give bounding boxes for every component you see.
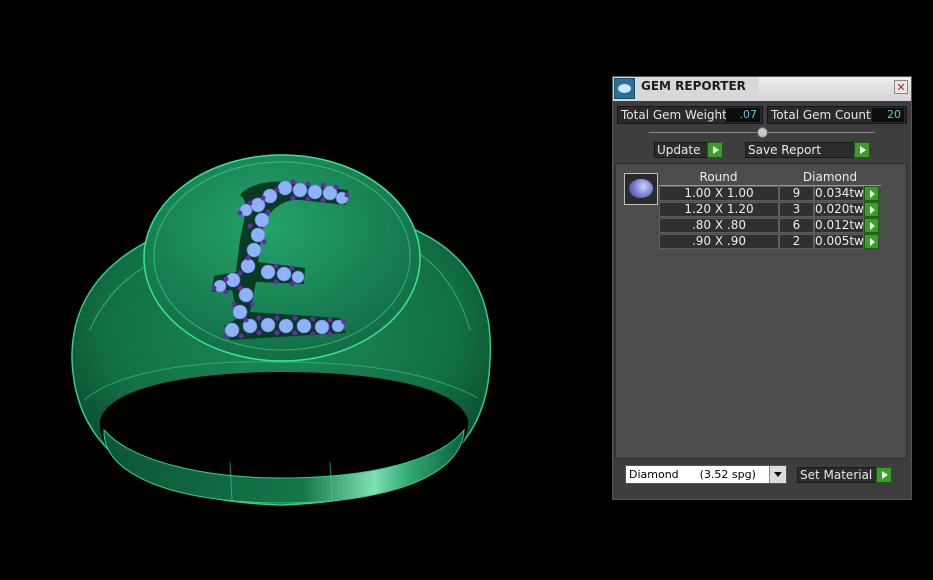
ring-model bbox=[71, 154, 492, 506]
save-report-button[interactable]: Save Report bbox=[745, 142, 870, 158]
play-arrow-icon[interactable] bbox=[864, 202, 879, 217]
play-arrow-icon[interactable] bbox=[864, 218, 879, 233]
gem-size-cell: .90 X .90 bbox=[659, 234, 779, 249]
panel-title: GEM REPORTER bbox=[641, 79, 746, 93]
gem-count-cell: 6 bbox=[779, 218, 814, 233]
panel-titlebar[interactable]: GEM REPORTER ✕ bbox=[613, 77, 911, 101]
gem-size-cell: .80 X .80 bbox=[659, 218, 779, 233]
play-arrow-icon bbox=[707, 142, 723, 158]
gem-count-cell: 9 bbox=[779, 186, 814, 201]
gem-size-cell: 1.20 X 1.20 bbox=[659, 202, 779, 217]
gem-weight-cell: 0.012tw bbox=[814, 218, 864, 233]
3d-viewport[interactable] bbox=[0, 0, 600, 576]
gem-reporter-panel: GEM REPORTER ✕ Total Gem Weight .07 Tota… bbox=[612, 76, 912, 500]
play-arrow-icon[interactable] bbox=[864, 234, 879, 249]
total-gem-count-label: Total Gem Count bbox=[771, 108, 871, 122]
titlebar-background bbox=[759, 77, 911, 101]
total-gem-count-value: 20 bbox=[872, 108, 904, 122]
gem-weight-cell: 0.034tw bbox=[814, 186, 864, 201]
shape-column-header: Round bbox=[659, 170, 778, 186]
gem-size-cell: 1.00 X 1.00 bbox=[659, 186, 779, 201]
set-material-button-label: Set Material bbox=[800, 468, 873, 482]
update-button[interactable]: Update bbox=[654, 142, 723, 158]
material-select-value: Diamond (3.52 spg) bbox=[629, 468, 756, 481]
total-gem-weight-value: .07 bbox=[726, 108, 760, 122]
gem-weight-cell: 0.020tw bbox=[814, 202, 864, 217]
divider-slider-handle[interactable] bbox=[757, 127, 768, 138]
total-gem-count: Total Gem Count 20 bbox=[767, 106, 907, 124]
gem-weight-cell: 0.005tw bbox=[814, 234, 864, 249]
gem-count-cell: 2 bbox=[779, 234, 814, 249]
total-gem-weight: Total Gem Weight .07 bbox=[617, 106, 763, 124]
round-diamond-icon[interactable] bbox=[624, 173, 658, 205]
play-arrow-icon bbox=[854, 142, 870, 158]
material-column-header: Diamond bbox=[779, 170, 881, 186]
play-arrow-icon bbox=[876, 467, 892, 483]
total-gem-weight-label: Total Gem Weight bbox=[621, 108, 727, 122]
save-report-button-label: Save Report bbox=[748, 143, 822, 157]
material-select[interactable]: Diamond (3.52 spg) bbox=[625, 465, 787, 484]
close-icon[interactable]: ✕ bbox=[894, 80, 908, 94]
play-arrow-icon[interactable] bbox=[864, 186, 879, 201]
chevron-down-icon[interactable] bbox=[769, 466, 786, 483]
gem-reporter-icon bbox=[614, 78, 635, 99]
update-button-label: Update bbox=[657, 143, 701, 157]
gem-count-cell: 3 bbox=[779, 202, 814, 217]
gem-report-list: Round Diamond 1.00 X 1.00 9 0.034tw 1.20… bbox=[615, 163, 907, 459]
set-material-button[interactable]: Set Material bbox=[797, 467, 892, 483]
